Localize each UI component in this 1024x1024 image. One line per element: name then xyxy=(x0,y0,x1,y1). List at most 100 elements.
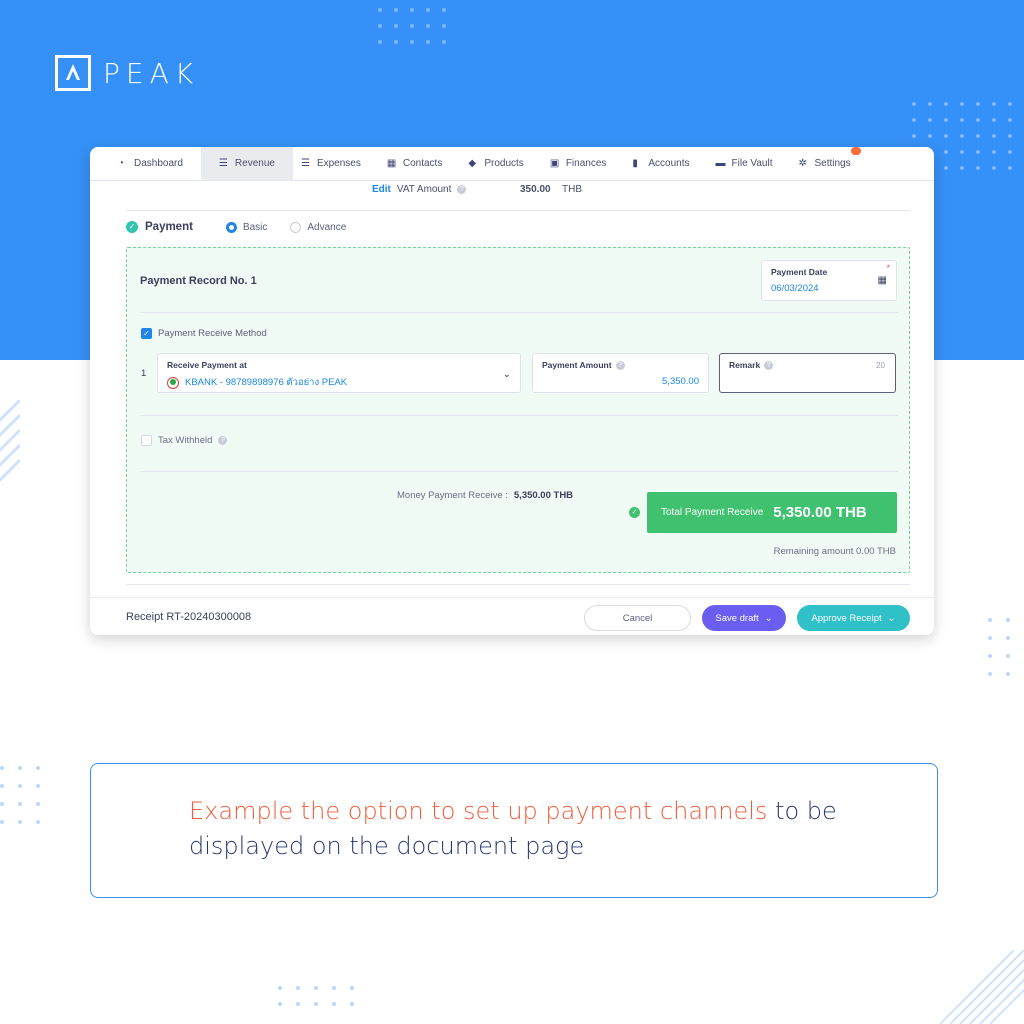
total-payment-label: Total Payment Receive xyxy=(661,507,764,518)
nav-label: Finances xyxy=(565,158,607,169)
radio-advance-label: Advance xyxy=(307,221,347,233)
total-payment-value: 5,350.00 THB xyxy=(773,504,867,521)
remark-field[interactable]: Remark ? 20 xyxy=(719,353,896,393)
nav-item-dashboard[interactable]: ◔ Dashboard xyxy=(110,147,201,181)
nav-label: Revenue xyxy=(234,158,275,169)
payment-method-label: Payment Receive Method xyxy=(158,328,267,339)
nav-item-file-vault[interactable]: ▬ File Vault xyxy=(708,147,791,181)
decor-stripes-left xyxy=(0,400,20,483)
peak-logo-mark xyxy=(55,55,91,91)
nav-item-revenue[interactable]: ☰ Revenue xyxy=(200,147,293,181)
scrollbar[interactable] xyxy=(924,181,930,597)
vat-edit-link[interactable]: Edit xyxy=(372,184,391,195)
divider xyxy=(140,471,898,472)
approve-receipt-label: Approve Receipt xyxy=(811,612,882,624)
money-icon: ▣ xyxy=(549,157,560,169)
receive-payment-at-value-row: KBANK - 98789898976 ตัวอย่าง PEAK xyxy=(167,375,511,390)
contacts-icon: ▦ xyxy=(386,157,397,169)
help-icon[interactable]: ? xyxy=(457,185,467,194)
radio-basic-label: Basic xyxy=(242,221,268,233)
row-number: 1 xyxy=(141,368,147,379)
nav-item-settings[interactable]: ✲ Settings xyxy=(790,147,868,181)
peak-logo: PEAK xyxy=(55,55,199,91)
chevron-down-icon: ⌄ xyxy=(764,612,773,624)
decor-dots-top xyxy=(378,8,446,44)
ledger-icon: ▮ xyxy=(632,157,638,169)
box-icon: ◆ xyxy=(468,157,477,169)
radio-basic[interactable] xyxy=(225,221,237,233)
receipt-number: Receipt RT-20240300008 xyxy=(126,611,252,623)
caption-rest: to be xyxy=(767,797,837,825)
payment-header: ✓ Payment Basic Advance xyxy=(126,221,346,233)
remaining-amount: Remaining amount 0.00 THB xyxy=(773,546,896,557)
nav-label: Dashboard xyxy=(134,158,183,169)
decor-dots-left xyxy=(0,766,40,824)
payment-record-title: Payment Record No. 1 xyxy=(140,275,257,287)
nav-label: Contacts xyxy=(402,158,443,169)
caption-line-1: Example the option to set up payment cha… xyxy=(189,794,937,829)
payment-title: Payment xyxy=(145,221,193,233)
folder-icon: ▬ xyxy=(715,157,726,169)
payment-date-value: 06/03/2024 xyxy=(771,283,819,294)
payment-date-field[interactable]: Payment Date 06/03/2024 * ▦ xyxy=(761,260,897,301)
decor-stripes-bottom-right xyxy=(940,950,1024,1024)
help-icon[interactable]: ? xyxy=(615,360,625,370)
cancel-button[interactable]: Cancel xyxy=(584,605,691,631)
money-receive-row: Money Payment Receive : 5,350.00 THB xyxy=(397,490,573,501)
payment-amount-label-row: Payment Amount ? xyxy=(542,360,699,370)
calendar-icon[interactable]: ▦ xyxy=(878,275,887,286)
receive-payment-at-select[interactable]: Receive Payment at KBANK - 98789898976 ต… xyxy=(157,353,521,393)
tax-withheld-checkbox[interactable] xyxy=(141,435,152,446)
nav-label: Accounts xyxy=(648,158,690,169)
remark-label-row: Remark ? xyxy=(729,360,886,370)
nav-label: Expenses xyxy=(316,158,361,169)
caption-line-2: displayed on the document page xyxy=(189,832,585,860)
top-nav: ◔ Dashboard ☰ Revenue ☰ Expenses ▦ Contacts … xyxy=(90,147,934,181)
caption-highlight: Example the option to set up payment cha… xyxy=(189,797,768,825)
nav-item-finances[interactable]: ▣ Finances xyxy=(542,147,625,181)
form-content: Edit VAT Amount ? 350.00 THB ✓ Payment B… xyxy=(90,181,934,597)
nav-label: Products xyxy=(484,158,524,169)
vat-row: Edit VAT Amount ? 350.00 THB xyxy=(372,184,582,195)
receive-method-row: ✓ Payment Receive Method xyxy=(141,328,267,339)
required-marker: * xyxy=(886,263,890,273)
help-icon[interactable]: ? xyxy=(764,360,774,370)
save-draft-button[interactable]: Save draft ⌄ xyxy=(702,605,786,631)
vat-currency: THB xyxy=(562,184,582,195)
nav-item-products[interactable]: ◆ Products xyxy=(460,147,541,181)
payment-record-panel: Payment Record No. 1 Payment Date 06/03/… xyxy=(126,247,910,573)
vat-amount: 350.00 xyxy=(520,184,551,195)
divider xyxy=(140,312,898,313)
check-circle-icon: ✓ xyxy=(629,507,640,518)
payment-amount-label: Payment Amount xyxy=(542,360,612,370)
divider xyxy=(126,210,910,211)
payment-date-label: Payment Date xyxy=(771,267,828,277)
check-circle-icon: ✓ xyxy=(126,221,138,233)
approve-receipt-button[interactable]: Approve Receipt ⌄ xyxy=(797,605,910,631)
radio-advance[interactable] xyxy=(290,221,302,233)
peak-logo-text: PEAK xyxy=(103,56,200,90)
chevron-down-icon: ⌄ xyxy=(502,369,511,380)
nav-label: Settings xyxy=(814,158,851,169)
total-payment-receive: Total Payment Receive 5,350.00 THB xyxy=(647,492,897,533)
cancel-button-label: Cancel xyxy=(622,612,653,624)
decor-dots-right-low xyxy=(988,618,1010,676)
form-footer: Receipt RT-20240300008 Cancel Save draft… xyxy=(90,597,934,635)
tax-withheld-label: Tax Withheld xyxy=(158,435,213,446)
nav-item-accounts[interactable]: ▮ Accounts xyxy=(624,147,707,181)
payment-method-checkbox[interactable]: ✓ xyxy=(141,328,152,339)
decor-dots-bottom xyxy=(278,986,354,1006)
nav-label: File Vault xyxy=(731,158,773,169)
nav-item-expenses[interactable]: ☰ Expenses xyxy=(293,147,379,181)
scrollbar-thumb[interactable] xyxy=(924,181,930,381)
save-draft-label: Save draft xyxy=(715,612,759,624)
help-icon[interactable]: ? xyxy=(218,436,228,445)
nav-item-contacts[interactable]: ▦ Contacts xyxy=(379,147,460,181)
caption-box: Example the option to set up payment cha… xyxy=(90,763,938,898)
divider xyxy=(126,584,910,585)
remark-char-counter: 20 xyxy=(876,361,885,370)
receive-payment-at-value: KBANK - 98789898976 ตัวอย่าง PEAK xyxy=(185,377,348,388)
app-window: ◔ Dashboard ☰ Revenue ☰ Expenses ▦ Contacts … xyxy=(90,147,934,635)
new-badge xyxy=(851,147,861,155)
payment-amount-field[interactable]: Payment Amount ? 5,350.00 xyxy=(532,353,709,393)
